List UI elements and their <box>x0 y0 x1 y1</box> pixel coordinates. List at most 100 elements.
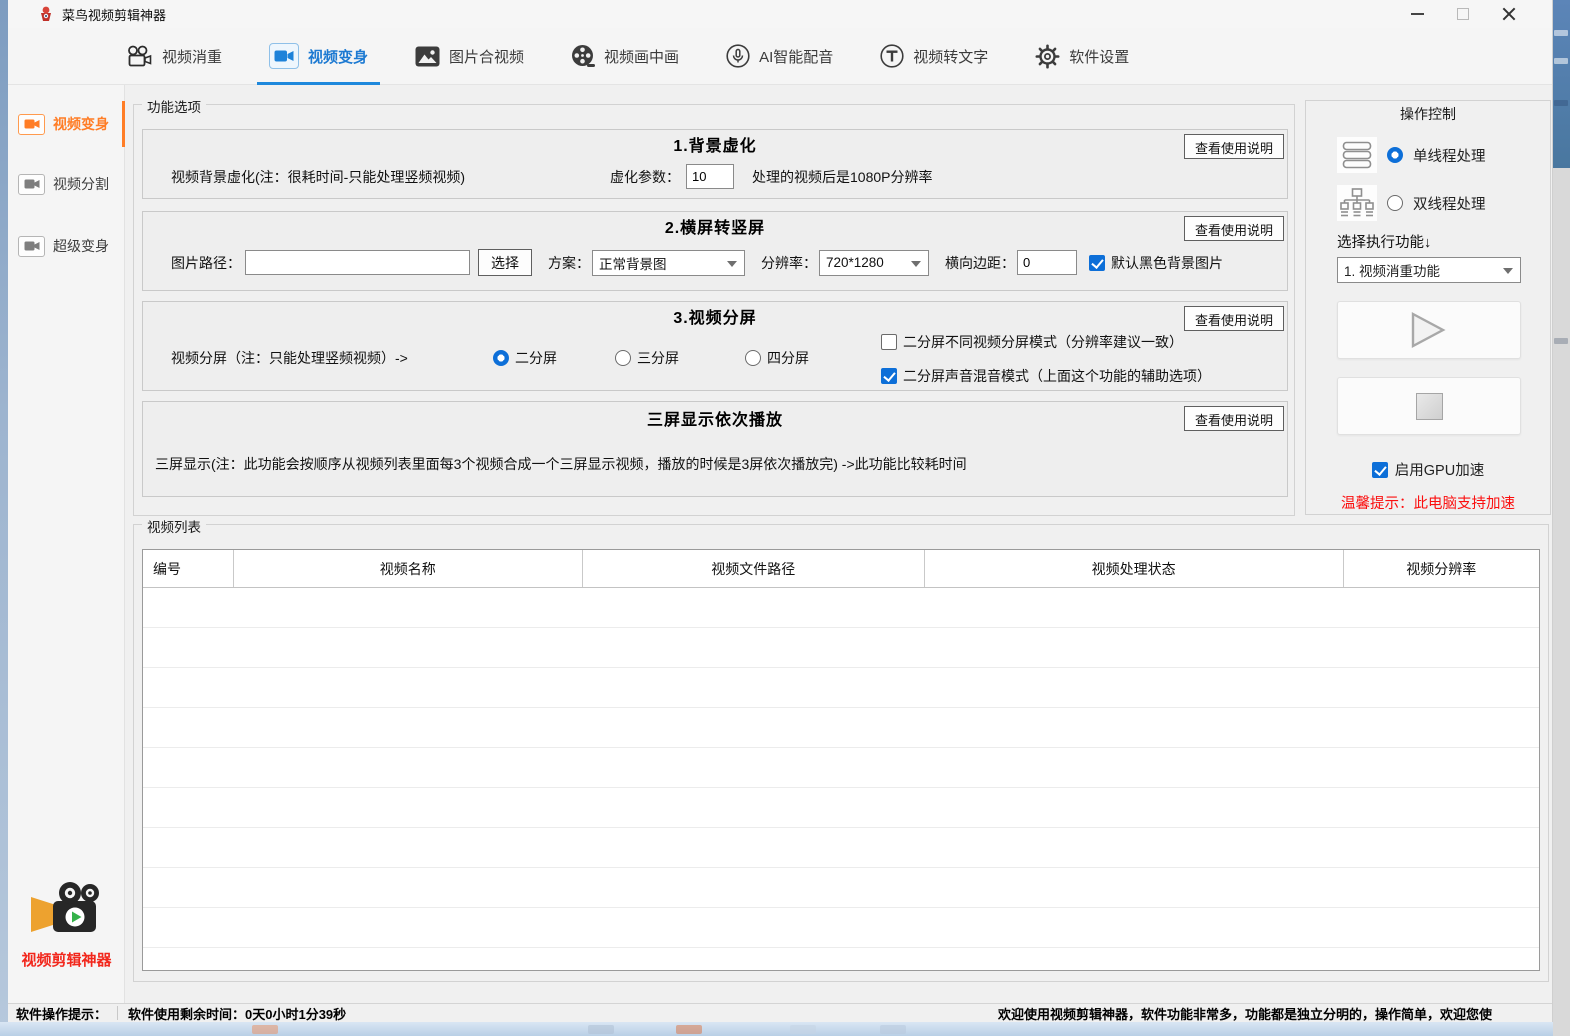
video-camera-icon <box>18 236 45 257</box>
movie-camera-logo-icon <box>26 880 108 942</box>
status-left-label: 软件操作提示： <box>8 1004 107 1023</box>
scheme-select[interactable]: 正常背景图 <box>592 250 745 276</box>
help-button[interactable]: 查看使用说明 <box>1184 306 1284 331</box>
group-label: 功能选项 <box>142 96 206 116</box>
margin-input[interactable] <box>1017 250 1077 275</box>
play-icon <box>1409 312 1449 348</box>
tab-video-transform[interactable]: 视频变身 <box>269 28 368 85</box>
sidebar-item-video-split[interactable]: 视频分割 <box>8 165 125 203</box>
window-title: 菜鸟视频剪辑神器 <box>62 5 166 24</box>
video-table: 编号 视频名称 视频文件路径 视频处理状态 视频分辨率 <box>142 549 1540 971</box>
three-split-radio[interactable] <box>615 350 631 366</box>
function-select[interactable]: 1. 视频消重功能 <box>1337 257 1521 283</box>
four-split-label: 四分屏 <box>767 348 809 368</box>
help-button[interactable]: 查看使用说明 <box>1184 134 1284 159</box>
window-controls <box>1394 0 1532 28</box>
help-button[interactable]: 查看使用说明 <box>1184 216 1284 241</box>
gpu-checkbox[interactable] <box>1372 462 1388 478</box>
sidebar-item-label: 视频分割 <box>53 174 109 194</box>
screen: 菜鸟视频剪辑神器 视频消重 <box>0 0 1570 1036</box>
single-thread-row: 单线程处理 <box>1337 137 1486 173</box>
window-body: 视频变身 视频分割 超级变身 <box>8 85 1552 1003</box>
close-icon <box>1502 7 1516 21</box>
column-header-status[interactable]: 视频处理状态 <box>925 550 1344 587</box>
movie-camera-icon <box>126 45 153 68</box>
close-button[interactable] <box>1486 0 1532 28</box>
scheme-label: 方案： <box>548 253 590 273</box>
section-title: 三屏显示依次播放 <box>143 406 1287 430</box>
four-split-radio[interactable] <box>745 350 761 366</box>
tab-label: 视频变身 <box>308 46 368 67</box>
image-path-input[interactable] <box>245 250 470 275</box>
two-split-radio[interactable] <box>493 350 509 366</box>
taskbar-icon <box>880 1025 906 1034</box>
column-header-path[interactable]: 视频文件路径 <box>583 550 925 587</box>
tab-label: 软件设置 <box>1069 46 1129 67</box>
video-camera-icon <box>18 114 45 135</box>
gpu-label: 启用GPU加速 <box>1395 459 1484 480</box>
blur-row-label: 视频背景虚化(注：很耗时间-只能处理竖频视频) <box>171 167 465 187</box>
status-bar: 软件操作提示： 软件使用剩余时间：0天0小时1分39秒 欢迎使用视频剪辑神器，软… <box>8 1003 1552 1022</box>
tab-video-dedup[interactable]: 视频消重 <box>126 28 222 85</box>
single-thread-radio[interactable] <box>1387 147 1403 163</box>
two-split-label: 二分屏 <box>515 348 557 368</box>
column-header-resolution[interactable]: 视频分辨率 <box>1344 550 1539 587</box>
taskbar-icon <box>676 1025 702 1034</box>
choose-button[interactable]: 选择 <box>478 249 532 276</box>
taskbar-strip <box>0 1022 1553 1036</box>
tab-video-pip[interactable]: 视频画中画 <box>571 28 679 85</box>
sidebar-item-super-transform[interactable]: 超级变身 <box>8 227 125 265</box>
double-thread-radio[interactable] <box>1387 195 1403 211</box>
tab-video-to-text[interactable]: 视频转文字 <box>880 28 988 85</box>
letter-t-icon <box>880 44 904 68</box>
picture-icon <box>415 46 440 67</box>
blur-note: 处理的视频后是1080P分辨率 <box>752 167 932 187</box>
background-window-left-edge <box>0 0 8 1036</box>
sidebar-item-label: 超级变身 <box>53 236 109 256</box>
double-thread-label: 双线程处理 <box>1413 193 1486 214</box>
split-row-label: 视频分屏（注：只能处理竖频视频）-> <box>171 348 408 368</box>
split-audio-mix-checkbox[interactable] <box>881 368 897 384</box>
tab-settings[interactable]: 软件设置 <box>1035 28 1129 85</box>
select-function-label: 选择执行功能↓ <box>1337 231 1431 252</box>
video-list-group: 视频列表 编号 视频名称 视频文件路径 视频处理状态 视频分辨率 <box>133 524 1549 982</box>
tab-label: 视频画中画 <box>604 46 679 67</box>
tab-ai-dubbing[interactable]: AI智能配音 <box>726 28 833 85</box>
status-divider <box>117 1006 118 1020</box>
section-title: 1.背景虚化 <box>143 132 1287 156</box>
video-table-body[interactable] <box>143 588 1539 970</box>
sidebar-item-label: 视频变身 <box>53 114 109 134</box>
gear-icon <box>1035 44 1060 69</box>
default-black-bg-checkbox[interactable] <box>1089 255 1105 271</box>
operation-control-group: 操作控制 单线程处理 <box>1305 100 1551 515</box>
maximize-button[interactable] <box>1440 0 1486 28</box>
maximize-icon <box>1457 8 1469 20</box>
film-reel-icon <box>571 44 595 68</box>
triple-screen-note: 三屏显示(注：此功能会按顺序从视频列表里面每3个视频合成一个三屏显示视频，播放的… <box>155 454 967 474</box>
help-button[interactable]: 查看使用说明 <box>1184 406 1284 431</box>
default-black-bg-label: 默认黑色背景图片 <box>1111 253 1223 273</box>
sidebar-item-video-transform[interactable]: 视频变身 <box>8 105 125 143</box>
double-thread-icon <box>1337 185 1377 221</box>
minimize-icon <box>1411 13 1424 15</box>
gpu-row: 启用GPU加速 <box>1306 459 1550 480</box>
gpu-tip-text: 温馨提示：此电脑支持加速 <box>1306 492 1550 513</box>
tab-image-to-video[interactable]: 图片合视频 <box>415 28 524 85</box>
title-bar: 菜鸟视频剪辑神器 <box>8 0 1552 28</box>
column-header-id[interactable]: 编号 <box>143 550 234 587</box>
top-nav-bar: 视频消重 视频变身 图片合视频 <box>8 28 1552 85</box>
column-header-name[interactable]: 视频名称 <box>234 550 583 587</box>
stop-button[interactable] <box>1337 377 1521 435</box>
blur-param-input[interactable] <box>686 164 734 189</box>
split-diff-video-checkbox[interactable] <box>881 334 897 350</box>
split-diff-video-label: 二分屏不同视频分屏模式（分辨率建议一致） <box>903 332 1183 352</box>
start-button[interactable] <box>1337 301 1521 359</box>
app-window: 菜鸟视频剪辑神器 视频消重 <box>8 0 1553 1022</box>
logo-text: 视频剪辑神器 <box>8 949 125 970</box>
double-thread-row: 双线程处理 <box>1337 185 1486 221</box>
video-table-header: 编号 视频名称 视频文件路径 视频处理状态 视频分辨率 <box>143 550 1539 588</box>
resolution-select[interactable]: 720*1280 <box>819 250 929 276</box>
video-camera-icon <box>269 43 299 69</box>
minimize-button[interactable] <box>1394 0 1440 28</box>
control-title: 操作控制 <box>1306 104 1550 124</box>
